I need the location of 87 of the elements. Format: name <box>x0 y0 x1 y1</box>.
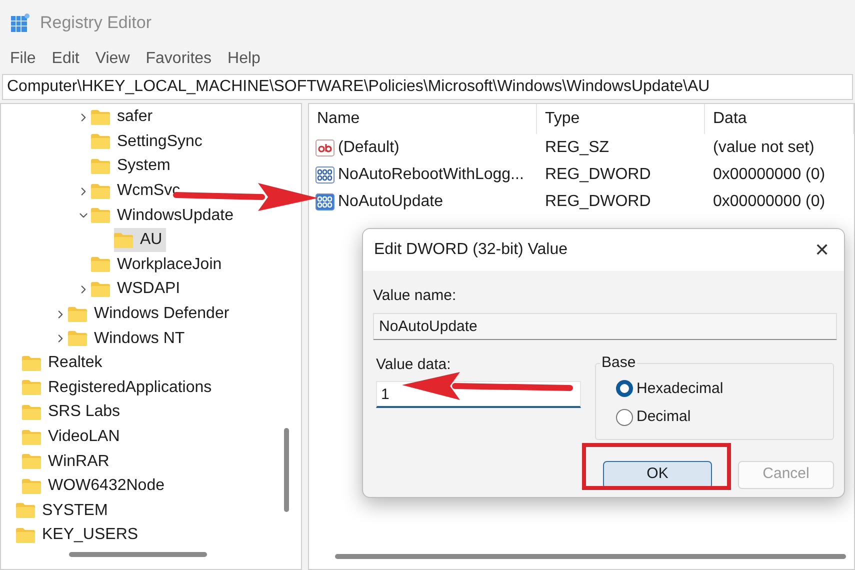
tree-item[interactable]: WcmSvc <box>91 179 184 204</box>
column-header[interactable]: Name <box>309 104 537 134</box>
menu-item[interactable]: Help <box>222 46 266 70</box>
folder-icon <box>22 478 41 494</box>
tree-item-label: SRS Labs <box>48 402 120 422</box>
folder-icon <box>114 232 133 248</box>
tree-item-label: AU <box>140 230 162 250</box>
folder-icon <box>22 380 41 396</box>
horizontal-scrollbar[interactable] <box>69 552 207 557</box>
field-label: Value name: <box>373 286 458 306</box>
folder-icon <box>91 110 110 125</box>
tree-item[interactable]: System <box>91 154 174 178</box>
value-name-field[interactable]: NoAutoUpdate <box>373 312 837 340</box>
tree-item[interactable]: RegisteredApplications <box>22 376 216 400</box>
tree-item-label: WSDAPI <box>117 279 180 300</box>
folder-icon <box>68 306 87 322</box>
folder-icon <box>22 356 41 371</box>
folder-icon <box>16 503 35 518</box>
value-name[interactable]: (Default) <box>338 136 400 160</box>
tree-item[interactable]: KEY_USERS <box>16 523 142 548</box>
folder-icon <box>16 528 35 543</box>
tree-item-label: KEY_USERS <box>42 525 138 546</box>
value-name[interactable]: NoAutoRebootWithLogg... <box>338 162 524 186</box>
tree-item-label: System <box>117 156 170 176</box>
dialog-button[interactable]: OK <box>603 460 712 488</box>
value-name[interactable]: NoAutoUpdate <box>338 190 443 214</box>
folder-icon <box>91 257 110 272</box>
folder-icon <box>22 404 41 420</box>
tree-item-label: VideoLAN <box>48 427 120 448</box>
folder-icon <box>22 430 41 445</box>
column-header[interactable]: Type <box>537 104 705 134</box>
tree-item[interactable]: WOW6432Node <box>22 474 168 498</box>
dialog-title: Edit DWORD (32-bit) Value <box>374 240 568 260</box>
value-data: 0x00000000 (0) <box>712 164 826 184</box>
tree-item-label: RegisteredApplications <box>48 378 212 398</box>
radio-label: Decimal <box>636 407 691 427</box>
radio-button[interactable] <box>616 380 634 398</box>
tree-item[interactable]: WSDAPI <box>91 277 184 302</box>
tree-item[interactable]: VideoLAN <box>22 425 124 450</box>
tree-item-label: Windows Defender <box>94 304 230 324</box>
menu-item[interactable]: Favorites <box>140 46 218 70</box>
tree-item[interactable]: WinRAR <box>22 450 114 474</box>
menu-item[interactable]: Edit <box>46 46 86 70</box>
tree-item-label: WcmSvc <box>117 181 180 202</box>
tree-item-label: WinRAR <box>48 452 110 472</box>
radio-button[interactable] <box>616 408 634 426</box>
column-header[interactable]: Data <box>705 104 854 134</box>
vertical-scrollbar[interactable] <box>284 428 289 512</box>
tree-item[interactable]: SRS Labs <box>22 400 124 424</box>
horizontal-scrollbar[interactable] <box>335 554 846 559</box>
tree-item[interactable]: Windows Defender <box>68 302 234 326</box>
value-data: 0x00000000 (0) <box>712 192 826 212</box>
tree-item-label: SYSTEM <box>42 500 108 521</box>
tree-item-label: WOW6432Node <box>48 476 164 496</box>
value-type: REG_DWORD <box>544 192 652 212</box>
folder-icon <box>91 158 110 174</box>
value-type: REG_SZ <box>544 138 610 158</box>
address-bar[interactable]: Computer\HKEY_LOCAL_MACHINE\SOFTWARE\Policies\Microsoft\Windows\WindowsUpdate\AU <box>2 74 853 100</box>
tree-item-label: SettingSync <box>117 132 202 152</box>
folder-icon <box>91 282 110 297</box>
value-type: REG_DWORD <box>544 164 652 184</box>
radio-label: Hexadecimal <box>636 378 724 398</box>
tree-item[interactable]: SettingSync <box>91 130 206 154</box>
field-label: Value data: <box>376 354 452 374</box>
tree-item[interactable]: Realtek <box>22 351 106 376</box>
registry-editor-icon <box>10 12 30 32</box>
close-button[interactable]: ✕ <box>806 235 838 265</box>
tree-item[interactable]: Windows NT <box>68 326 189 351</box>
tree-item[interactable]: AU <box>114 228 166 252</box>
tree-item[interactable]: SYSTEM <box>16 498 112 523</box>
folder-icon <box>22 454 41 470</box>
folder-icon <box>91 208 110 224</box>
folder-icon <box>91 184 110 199</box>
folder-icon <box>68 331 87 346</box>
tree-item[interactable]: WindowsUpdate <box>91 204 238 228</box>
tree-item-label: safer <box>117 107 153 128</box>
tree-item-label: Realtek <box>48 353 102 374</box>
window-title: Registry Editor <box>40 12 152 34</box>
tree-item-label: WorkplaceJoin <box>117 254 222 275</box>
tree-item[interactable]: safer <box>91 105 157 130</box>
tree-item-label: Windows NT <box>94 328 185 349</box>
tree-item-label: WindowsUpdate <box>117 206 234 226</box>
folder-icon <box>91 134 110 150</box>
menu-item[interactable]: File <box>4 46 42 70</box>
tree-item[interactable]: WorkplaceJoin <box>91 252 226 277</box>
menu-item[interactable]: View <box>89 46 136 70</box>
value-data: (value not set) <box>712 138 816 158</box>
